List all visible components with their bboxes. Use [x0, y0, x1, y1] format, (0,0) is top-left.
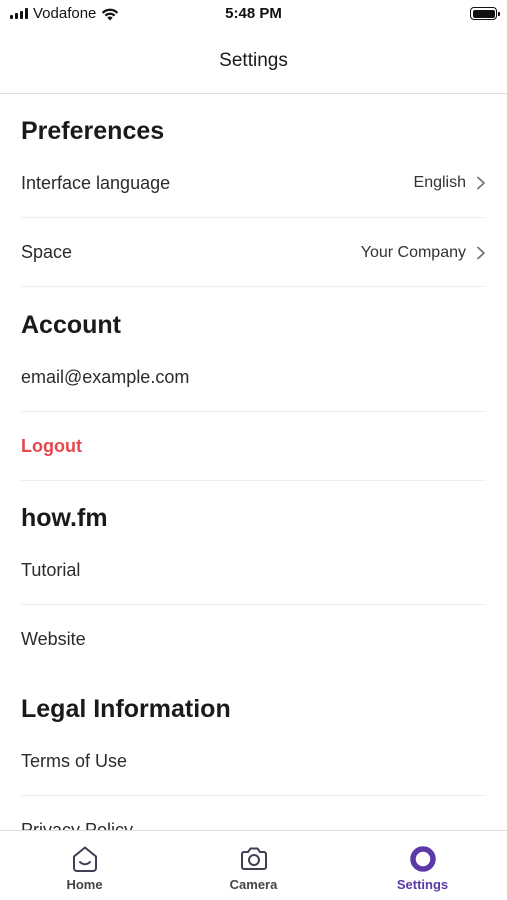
terms-of-use-link[interactable]: Terms of Use — [21, 751, 127, 772]
chevron-right-icon — [477, 246, 485, 259]
tab-home[interactable]: Home — [0, 831, 169, 900]
account-email: email@example.com — [21, 366, 190, 387]
terms-row[interactable]: Terms of Use — [21, 726, 486, 796]
section-title-howfm: how.fm — [21, 504, 108, 532]
privacy-row[interactable]: Privacy Policy — [21, 795, 486, 830]
divider — [21, 286, 486, 287]
space-row[interactable]: Space Your Company — [21, 217, 486, 287]
tab-bar: Home Camera Settings — [0, 830, 507, 900]
space-value: Your Company — [360, 243, 466, 261]
interface-language-label: Interface language — [21, 172, 171, 193]
home-icon — [72, 846, 97, 872]
section-title-account: Account — [21, 311, 121, 339]
interface-language-value-group: English — [414, 174, 486, 192]
battery-icon — [470, 7, 500, 20]
section-title-preferences: Preferences — [21, 117, 165, 145]
space-label: Space — [21, 242, 73, 262]
settings-list[interactable]: Preferences Interface language English S… — [0, 95, 507, 830]
website-row[interactable]: Website — [21, 604, 486, 674]
tutorial-row[interactable]: Tutorial — [21, 535, 486, 605]
status-bar: Vodafone 5:48 PM — [0, 0, 507, 28]
section-title-legal: Legal Information — [21, 695, 231, 723]
logout-button[interactable]: Logout — [21, 436, 82, 457]
interface-language-row[interactable]: Interface language English — [21, 148, 486, 218]
camera-icon — [240, 847, 267, 870]
tab-settings-label: Settings — [396, 877, 449, 892]
account-email-row: email@example.com — [21, 342, 486, 412]
chevron-right-icon — [477, 176, 485, 190]
divider — [21, 480, 486, 481]
navigation-header: Settings — [0, 28, 507, 94]
tab-home-label: Home — [66, 877, 103, 892]
privacy-policy-link[interactable]: Privacy Policy — [21, 820, 133, 830]
tab-camera-label: Camera — [229, 877, 278, 892]
tab-settings[interactable]: Settings — [338, 831, 507, 900]
page-title: Settings — [219, 49, 288, 71]
tab-camera[interactable]: Camera — [169, 831, 338, 900]
settings-icon — [409, 846, 436, 872]
logout-row[interactable]: Logout — [21, 411, 486, 481]
interface-language-value: English — [413, 174, 466, 191]
website-link[interactable]: Website — [21, 629, 86, 650]
tutorial-link[interactable]: Tutorial — [21, 560, 80, 581]
clock: 5:48 PM — [225, 5, 282, 22]
space-value-group: Your Company — [361, 244, 486, 262]
